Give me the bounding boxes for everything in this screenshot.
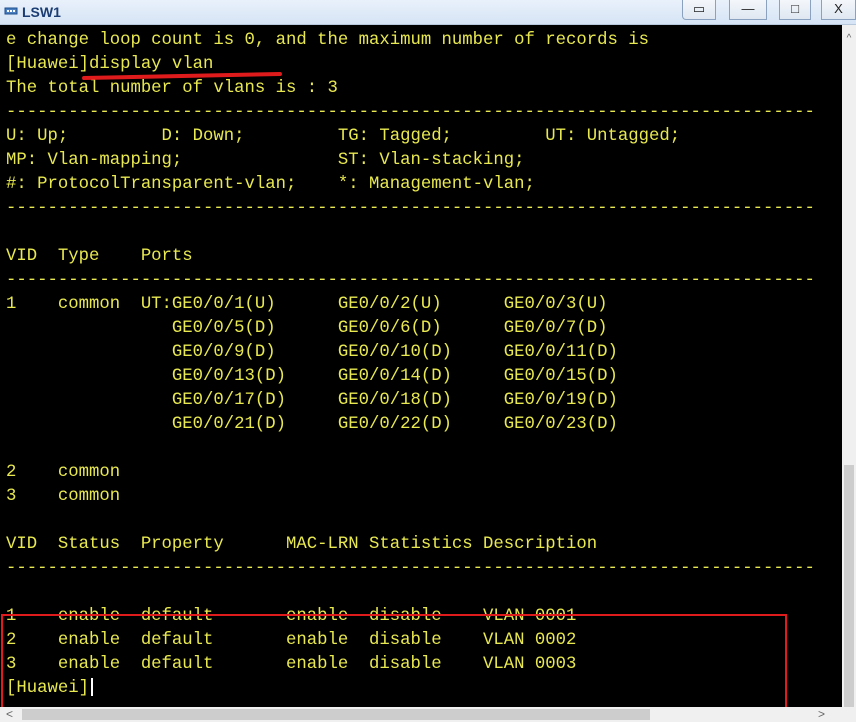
legend-line: U: Up; D: Down; TG: Tagged; UT: Untagged… xyxy=(6,127,681,146)
table-row: 3 common xyxy=(6,487,121,506)
table-header: VID Type Ports xyxy=(6,247,193,266)
title-bar: LSW1 ▭ — □ X xyxy=(0,0,856,25)
separator-line: ----------------------------------------… xyxy=(6,271,815,290)
maximize-button[interactable]: □ xyxy=(779,0,811,20)
vertical-scrollbar[interactable]: ^ v xyxy=(842,25,856,724)
horizontal-scroll-thumb[interactable] xyxy=(22,709,650,720)
table-row: GE0/0/17(D) GE0/0/18(D) GE0/0/19(D) xyxy=(6,391,618,410)
table-row: GE0/0/5(D) GE0/0/6(D) GE0/0/7(D) xyxy=(6,319,608,338)
restore-button[interactable]: ▭ xyxy=(682,0,716,20)
terminal-line: The total number of vlans is : 3 xyxy=(6,79,338,98)
terminal-line: e change loop count is 0, and the maximu… xyxy=(6,31,649,50)
scroll-right-icon[interactable]: > xyxy=(818,707,825,722)
table-row: GE0/0/13(D) GE0/0/14(D) GE0/0/15(D) xyxy=(6,367,618,386)
table-row: GE0/0/9(D) GE0/0/10(D) GE0/0/11(D) xyxy=(6,343,618,362)
scroll-up-icon[interactable]: ^ xyxy=(842,33,856,44)
terminal-output[interactable]: e change loop count is 0, and the maximu… xyxy=(0,25,842,707)
legend-line: MP: Vlan-mapping; ST: Vlan-stacking; xyxy=(6,151,525,170)
table-header: VID Status Property MAC-LRN Statistics D… xyxy=(6,535,598,554)
close-button[interactable]: X xyxy=(821,0,856,20)
minimize-button[interactable]: — xyxy=(729,0,767,20)
separator-line: ----------------------------------------… xyxy=(6,199,815,218)
separator-line: ----------------------------------------… xyxy=(6,559,815,578)
annotation-box xyxy=(1,614,787,707)
table-row: GE0/0/21(D) GE0/0/22(D) GE0/0/23(D) xyxy=(6,415,618,434)
horizontal-scrollbar[interactable]: < > xyxy=(0,707,856,722)
vertical-scroll-thumb[interactable] xyxy=(844,465,854,711)
network-switch-icon xyxy=(4,7,18,15)
table-row: 2 common xyxy=(6,463,121,482)
window-title: LSW1 xyxy=(22,4,61,20)
table-row: 1 common UT:GE0/0/1(U) GE0/0/2(U) GE0/0/… xyxy=(6,295,608,314)
scroll-left-icon[interactable]: < xyxy=(6,707,13,722)
separator-line: ----------------------------------------… xyxy=(6,103,815,122)
legend-line: #: ProtocolTransparent-vlan; *: Manageme… xyxy=(6,175,535,194)
